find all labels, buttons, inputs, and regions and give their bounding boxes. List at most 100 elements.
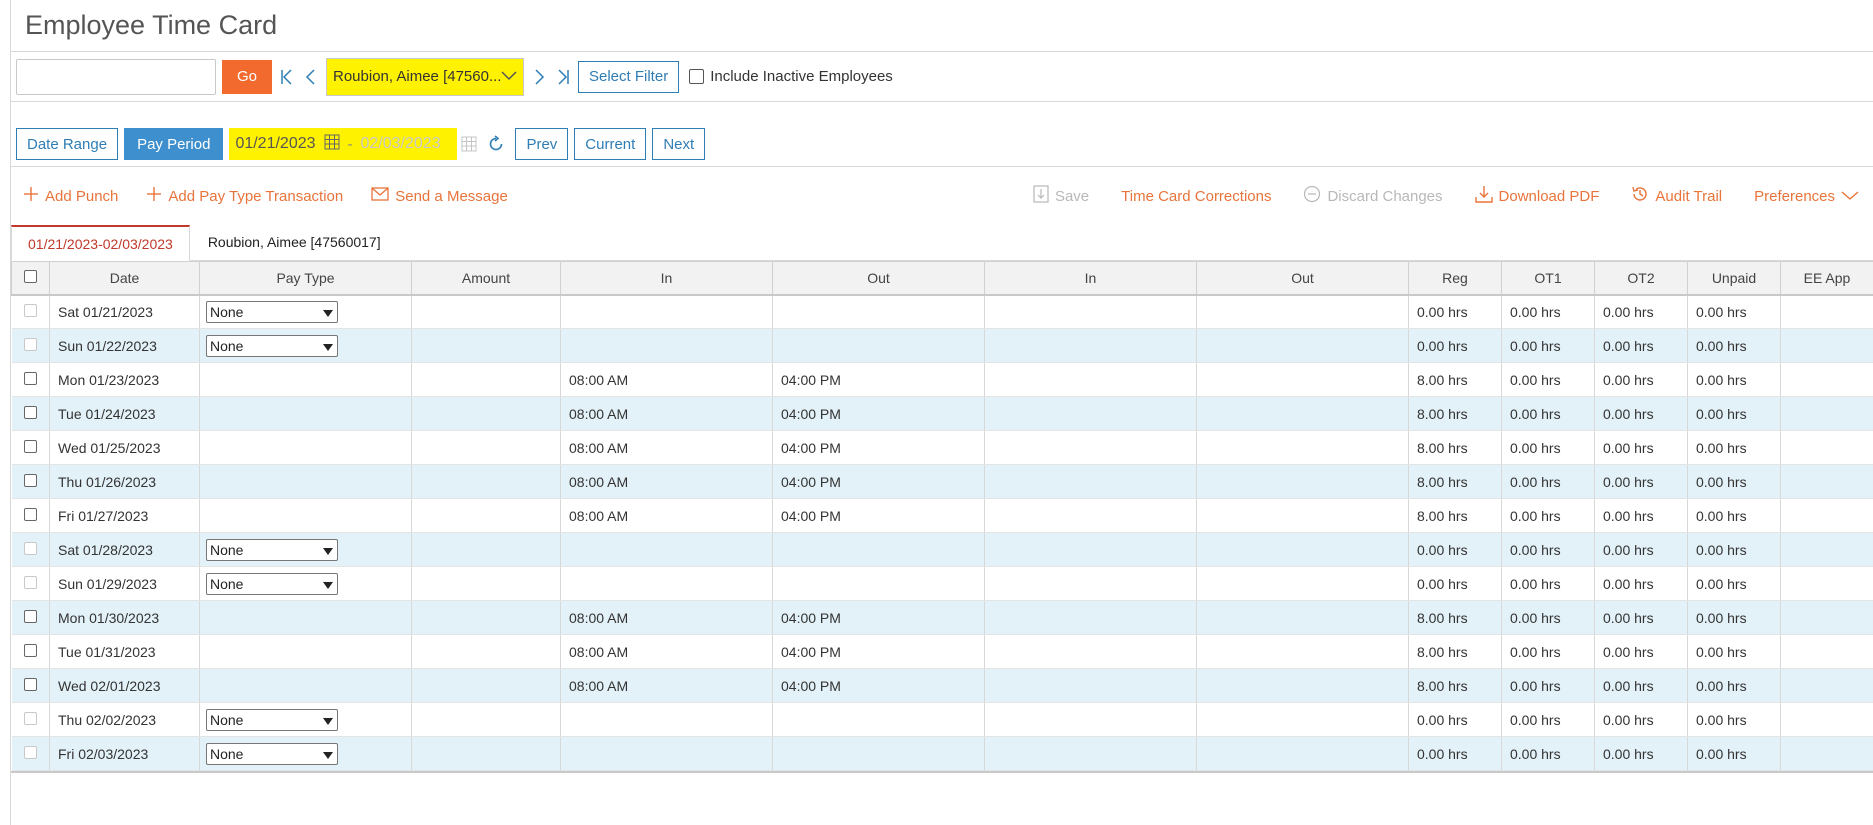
column-header-date[interactable]: Date <box>49 261 200 296</box>
include-inactive-toggle[interactable]: Include Inactive Employees <box>689 68 893 85</box>
in-cell[interactable]: 08:00 AM <box>560 362 773 397</box>
out-cell[interactable]: 04:00 PM <box>772 634 985 669</box>
column-header-pay-type[interactable]: Pay Type <box>199 261 412 296</box>
column-header-in[interactable]: In <box>560 261 773 296</box>
out-2-cell[interactable] <box>1196 702 1409 737</box>
out-cell[interactable]: 04:00 PM <box>772 396 985 431</box>
in-2-cell[interactable] <box>984 498 1197 533</box>
in-cell[interactable]: 08:00 AM <box>560 464 773 499</box>
row-checkbox[interactable] <box>23 541 37 555</box>
table-row[interactable]: Thu 01/26/2023 08:00 AM 04:00 PM 8.00 hrs 0.… <box>11 464 1873 499</box>
in-2-cell[interactable] <box>984 600 1197 635</box>
in-cell[interactable] <box>560 294 773 329</box>
include-inactive-checkbox[interactable] <box>689 69 705 84</box>
audit-trail-button[interactable]: Audit Trail <box>1631 185 1722 207</box>
row-checkbox[interactable] <box>23 303 37 317</box>
in-cell[interactable]: 08:00 AM <box>560 600 773 635</box>
in-cell[interactable]: 08:00 AM <box>560 430 773 465</box>
in-cell[interactable]: 08:00 AM <box>560 498 773 533</box>
out-2-cell[interactable] <box>1196 566 1409 601</box>
save-button[interactable]: Save <box>1033 185 1089 207</box>
out-2-cell[interactable] <box>1196 464 1409 499</box>
in-2-cell[interactable] <box>984 464 1197 499</box>
row-checkbox[interactable] <box>23 609 37 623</box>
out-cell[interactable] <box>772 532 985 567</box>
table-row[interactable]: Thu 02/02/2023 None 0.00 hrs 0.00 hrs 0.00 h… <box>11 702 1873 737</box>
column-header-unpaid[interactable]: Unpaid <box>1687 261 1781 296</box>
in-2-cell[interactable] <box>984 396 1197 431</box>
table-row[interactable]: Mon 01/30/2023 08:00 AM 04:00 PM 8.00 hrs 0.… <box>11 600 1873 635</box>
column-header-ot2[interactable]: OT2 <box>1594 261 1688 296</box>
table-row[interactable]: Sat 01/28/2023 None 0.00 hrs 0.00 hrs 0.00 h… <box>11 532 1873 567</box>
add-pay-type-transaction-button[interactable]: Add Pay Type Transaction <box>146 186 343 206</box>
row-checkbox[interactable] <box>23 711 37 725</box>
out-2-cell[interactable] <box>1196 532 1409 567</box>
previous-employee-icon[interactable] <box>302 65 320 89</box>
in-2-cell[interactable] <box>984 634 1197 669</box>
out-cell[interactable] <box>772 294 985 329</box>
end-date-field[interactable]: 02/03/2023 <box>361 135 441 153</box>
in-2-cell[interactable] <box>984 362 1197 397</box>
table-row[interactable]: Tue 01/31/2023 08:00 AM 04:00 PM 8.00 hrs 0.… <box>11 634 1873 669</box>
table-row[interactable]: Wed 01/25/2023 08:00 AM 04:00 PM 8.00 hrs 0.… <box>11 430 1873 465</box>
start-date-field[interactable]: 01/21/2023 <box>235 135 315 153</box>
out-cell[interactable]: 04:00 PM <box>772 362 985 397</box>
last-employee-icon[interactable] <box>554 65 572 89</box>
discard-changes-button[interactable]: Discard Changes <box>1303 185 1443 207</box>
table-row[interactable]: Sun 01/29/2023 None 0.00 hrs 0.00 hrs 0.00 h… <box>11 566 1873 601</box>
row-checkbox[interactable] <box>23 643 37 657</box>
out-cell[interactable] <box>772 566 985 601</box>
row-checkbox[interactable] <box>23 745 37 759</box>
out-2-cell[interactable] <box>1196 362 1409 397</box>
pay-period-button[interactable]: Pay Period <box>124 128 224 160</box>
refresh-icon[interactable] <box>487 135 505 153</box>
tab-employee[interactable]: Roubion, Aimee [47560017] <box>190 224 399 260</box>
row-checkbox[interactable] <box>23 473 37 487</box>
add-punch-button[interactable]: Add Punch <box>23 186 118 206</box>
row-checkbox[interactable] <box>23 405 37 419</box>
pay-type-select[interactable]: None <box>206 300 338 323</box>
in-cell[interactable] <box>560 532 773 567</box>
row-checkbox[interactable] <box>23 575 37 589</box>
out-cell[interactable] <box>772 328 985 363</box>
next-employee-icon[interactable] <box>530 65 548 89</box>
download-pdf-button[interactable]: Download PDF <box>1474 185 1599 207</box>
table-row[interactable]: Fri 02/03/2023 None 0.00 hrs 0.00 hrs 0.00 h… <box>11 736 1873 771</box>
in-2-cell[interactable] <box>984 566 1197 601</box>
out-cell[interactable] <box>772 736 985 771</box>
out-cell[interactable]: 04:00 PM <box>772 464 985 499</box>
out-2-cell[interactable] <box>1196 294 1409 329</box>
end-calendar-icon[interactable] <box>461 136 477 152</box>
employee-select[interactable]: Roubion, Aimee [47560... <box>326 57 524 96</box>
out-2-cell[interactable] <box>1196 668 1409 703</box>
pay-type-select[interactable]: None <box>206 334 338 357</box>
in-cell[interactable] <box>560 566 773 601</box>
pay-type-select[interactable]: None <box>206 708 338 731</box>
table-row[interactable]: Sat 01/21/2023 None 0.00 hrs 0.00 hrs 0.00 h… <box>11 294 1873 329</box>
calendar-icon[interactable] <box>324 134 340 154</box>
pay-type-select[interactable]: None <box>206 572 338 595</box>
table-row[interactable]: Sun 01/22/2023 None 0.00 hrs 0.00 hrs 0.00 h… <box>11 328 1873 363</box>
column-header-ee-app[interactable]: EE App <box>1780 261 1873 296</box>
in-cell[interactable] <box>560 736 773 771</box>
column-header-reg[interactable]: Reg <box>1408 261 1502 296</box>
column-header-in-2[interactable]: In <box>984 261 1197 296</box>
select-all-checkbox[interactable] <box>24 269 37 283</box>
out-cell[interactable]: 04:00 PM <box>772 668 985 703</box>
select-filter-button[interactable]: Select Filter <box>578 60 680 93</box>
table-row[interactable]: Fri 01/27/2023 08:00 AM 04:00 PM 8.00 hrs 0.… <box>11 498 1873 533</box>
send-message-button[interactable]: Send a Message <box>371 187 508 205</box>
row-checkbox[interactable] <box>23 507 37 521</box>
out-cell[interactable]: 04:00 PM <box>772 498 985 533</box>
out-2-cell[interactable] <box>1196 430 1409 465</box>
first-employee-icon[interactable] <box>278 65 296 89</box>
out-2-cell[interactable] <box>1196 600 1409 635</box>
in-cell[interactable]: 08:00 AM <box>560 668 773 703</box>
row-checkbox[interactable] <box>23 337 37 351</box>
time-card-corrections-button[interactable]: Time Card Corrections <box>1121 188 1271 205</box>
column-header-out[interactable]: Out <box>772 261 985 296</box>
table-row[interactable]: Wed 02/01/2023 08:00 AM 04:00 PM 8.00 hrs 0.… <box>11 668 1873 703</box>
table-row[interactable]: Mon 01/23/2023 08:00 AM 04:00 PM 8.00 hrs 0.… <box>11 362 1873 397</box>
out-2-cell[interactable] <box>1196 328 1409 363</box>
in-2-cell[interactable] <box>984 668 1197 703</box>
